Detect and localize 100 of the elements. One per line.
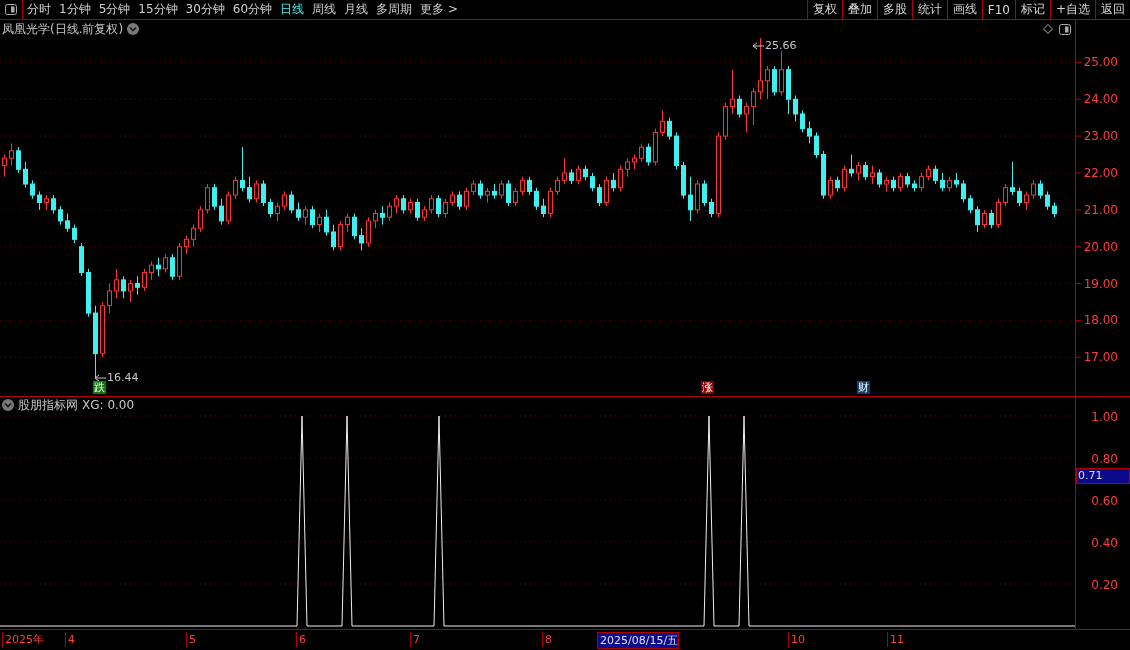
toolbar-button[interactable]: F10: [981, 0, 1015, 19]
candlestick: [310, 205, 315, 229]
candlestick: [247, 176, 252, 203]
toolbar-button[interactable]: 叠加: [841, 0, 877, 19]
candlestick: [562, 157, 567, 185]
candlestick: [359, 227, 364, 251]
candlestick: [415, 198, 420, 222]
candlestick: [51, 194, 56, 215]
candlestick: [737, 95, 742, 119]
candlestick: [611, 172, 616, 192]
candlestick: [142, 268, 147, 292]
date-axis-label: 5: [186, 632, 196, 647]
toolbar-button[interactable]: 统计: [911, 0, 947, 19]
candlestick: [338, 220, 343, 251]
candlestick: [779, 50, 784, 97]
candlestick: [261, 179, 266, 207]
price-axis-label: 23.00: [1083, 129, 1118, 144]
candlestick: [667, 117, 672, 141]
candlestick: [268, 198, 273, 218]
candlestick: [457, 190, 462, 211]
period-tab[interactable]: 60分钟: [228, 0, 277, 19]
candlestick: [429, 194, 434, 215]
diamond-icon[interactable]: [1043, 24, 1053, 34]
candlestick: [121, 275, 126, 299]
candlestick: [324, 209, 329, 237]
candlestick: [478, 179, 483, 200]
candlestick: [2, 154, 7, 178]
dropdown-icon[interactable]: [2, 399, 14, 411]
candlestick: [303, 205, 308, 226]
indicator-reading: XG: 0.00: [82, 398, 135, 412]
period-tab[interactable]: 5分钟: [94, 0, 135, 19]
price-axis-label: 21.00: [1083, 202, 1118, 217]
panel-toggle-icon[interactable]: [1059, 23, 1071, 35]
candlestick: [989, 209, 994, 229]
toolbar-button[interactable]: 画线: [946, 0, 982, 19]
candlestick: [968, 194, 973, 215]
price-axis-label: 20.00: [1083, 239, 1118, 254]
candlestick: [16, 146, 21, 174]
candlestick: [219, 198, 224, 226]
candlestick: [898, 172, 903, 192]
period-tab[interactable]: 月线: [340, 0, 373, 19]
candlestick: [499, 179, 504, 200]
dropdown-icon[interactable]: [127, 23, 140, 35]
leader-line: [752, 42, 765, 50]
candlestick: [1017, 187, 1022, 207]
candlestick: [114, 268, 119, 299]
leader-line: [94, 374, 107, 382]
candlestick: [1031, 179, 1036, 200]
candlestick: [800, 109, 805, 133]
period-tab[interactable]: 周线: [308, 0, 341, 19]
period-tab[interactable]: 多周期: [372, 0, 417, 19]
candlestick: [464, 187, 469, 211]
indicator-title: 股朋指标网: [18, 396, 78, 414]
period-tab[interactable]: 1分钟: [55, 0, 95, 19]
candlestick: [1045, 190, 1050, 211]
candlestick: [639, 142, 644, 163]
candlestick: [828, 176, 833, 200]
candlestick: [856, 161, 861, 181]
toolbar-button[interactable]: 标记: [1014, 0, 1050, 19]
more-button[interactable]: 更多 >: [416, 0, 462, 19]
candlestick: [772, 65, 777, 97]
candlestick: [660, 109, 665, 137]
toolbar-button[interactable]: 返回: [1095, 0, 1130, 19]
indicator-axis-label: 0.60: [1091, 494, 1118, 508]
candlestick: [576, 165, 581, 185]
toolbar-button[interactable]: 复权: [806, 0, 842, 19]
candlestick: [933, 165, 938, 185]
candlestick: [625, 157, 630, 178]
toolbar-button[interactable]: +自选: [1049, 0, 1095, 19]
candlestick: [212, 183, 217, 211]
candlestick: [345, 213, 350, 233]
candlestick: [646, 142, 651, 167]
price-axis-label: 24.00: [1083, 92, 1118, 107]
candlestick: [205, 183, 210, 215]
toolbar-button[interactable]: 多股: [876, 0, 912, 19]
candlestick: [758, 38, 763, 100]
candlestick: [394, 194, 399, 215]
candlestick: [366, 216, 371, 248]
panel-toggle-icon[interactable]: [5, 4, 17, 15]
candlestick: [352, 213, 357, 240]
period-tab[interactable]: 日线: [276, 0, 309, 19]
candlestick: [870, 165, 875, 185]
candlestick: [506, 179, 511, 207]
candlestick: [282, 190, 287, 211]
period-tab[interactable]: 分时: [23, 0, 55, 19]
candlestick: [275, 201, 280, 222]
candlestick: [198, 205, 203, 233]
candlestick: [751, 87, 756, 126]
candlestick: [163, 253, 168, 274]
candlestick: [744, 102, 749, 133]
period-tab[interactable]: 30分钟: [181, 0, 229, 19]
period-tab[interactable]: 15分钟: [134, 0, 182, 19]
candlestick: [996, 198, 1001, 229]
candlestick: [702, 179, 707, 207]
signal-badge: 涨: [701, 381, 714, 394]
candlestick: [331, 224, 336, 251]
date-axis-label: 11: [887, 632, 904, 647]
candlestick: [709, 198, 714, 218]
candlestick: [443, 198, 448, 218]
candlestick: [191, 224, 196, 248]
